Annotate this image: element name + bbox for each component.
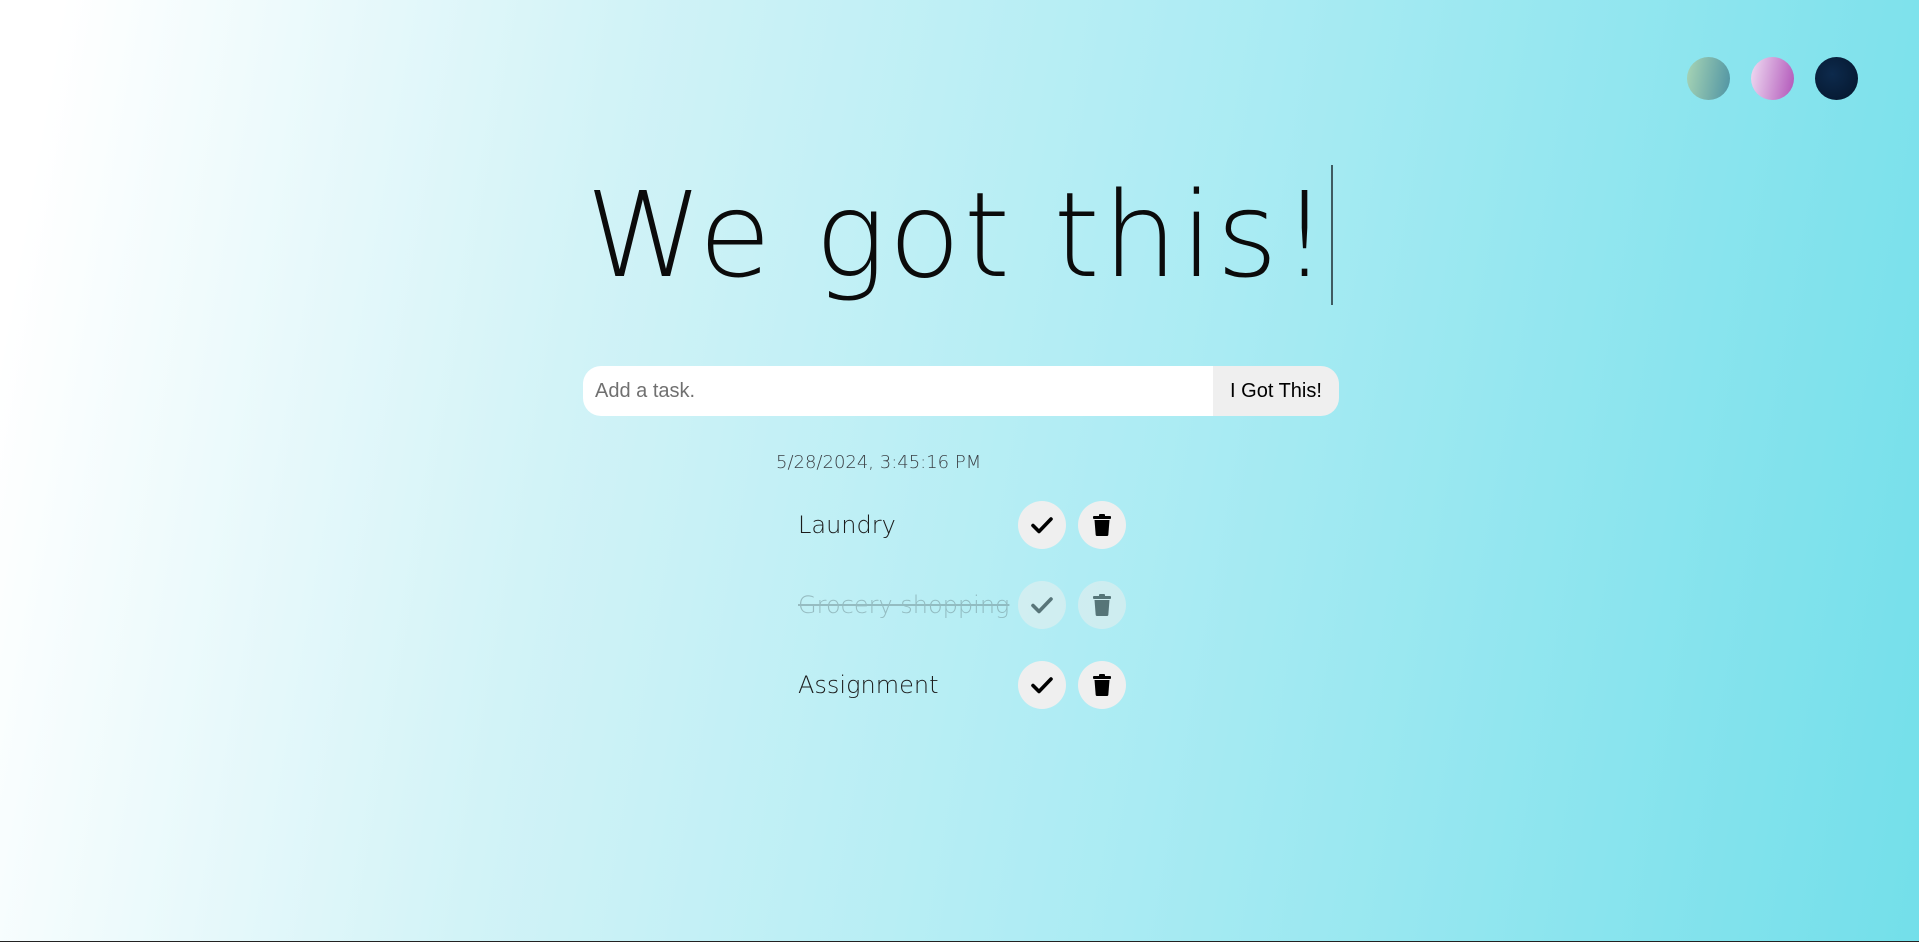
check-icon [1031, 597, 1053, 614]
task-form: I Got This! [583, 366, 1339, 416]
task-label: Grocery shopping [798, 591, 1010, 619]
theme-darker-button[interactable] [1815, 57, 1858, 100]
delete-task-button[interactable] [1078, 581, 1126, 629]
trash-icon [1093, 674, 1111, 696]
task-label: Laundry [798, 511, 896, 539]
task-item-completed: Grocery shopping [798, 580, 1138, 630]
theme-light-button[interactable] [1751, 57, 1794, 100]
check-icon [1031, 677, 1053, 694]
task-label: Assignment [798, 671, 939, 699]
task-input[interactable] [583, 366, 1213, 416]
theme-standard-button[interactable] [1687, 57, 1730, 100]
delete-task-button[interactable] [1078, 661, 1126, 709]
delete-task-button[interactable] [1078, 501, 1126, 549]
datetime-display: 5/28/2024, 3:45:16 PM [776, 452, 982, 473]
task-list: Laundry Grocery shopping Assignment [798, 500, 1138, 740]
header: We got this! [0, 165, 1919, 305]
page-title: We got this! [585, 165, 1334, 305]
task-item: Laundry [798, 500, 1138, 550]
complete-task-button[interactable] [1018, 581, 1066, 629]
trash-icon [1093, 514, 1111, 536]
complete-task-button[interactable] [1018, 661, 1066, 709]
trash-icon [1093, 594, 1111, 616]
complete-task-button[interactable] [1018, 501, 1066, 549]
task-item: Assignment [798, 660, 1138, 710]
check-icon [1031, 517, 1053, 534]
add-task-button[interactable]: I Got This! [1213, 366, 1339, 416]
theme-switcher [1687, 57, 1858, 100]
